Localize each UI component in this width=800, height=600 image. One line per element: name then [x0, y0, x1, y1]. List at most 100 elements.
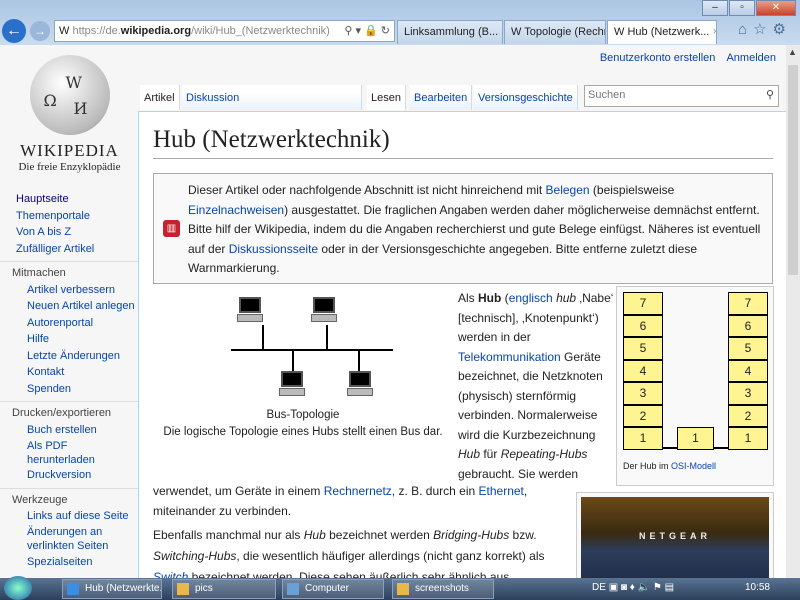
sidebar-item[interactable]: Kontakt: [0, 364, 138, 381]
osi-model-figure: 7 6 5 4 3 2 1 7 6 5 4 3 2 1 1 Der Hub im…: [616, 286, 774, 486]
taskbar-item-screenshots[interactable]: screenshots: [392, 579, 494, 599]
close-tab-icon[interactable]: ×: [712, 26, 716, 38]
tab-artikel[interactable]: Artikel: [140, 85, 180, 110]
osi-caption: Der Hub im OSI-Modell: [623, 461, 717, 471]
osi-layer-left: 2: [623, 404, 663, 427]
sidebar-item[interactable]: Als PDF herunterladen: [0, 439, 110, 467]
computer-icon: [279, 371, 305, 399]
forward-button[interactable]: →: [30, 21, 50, 41]
favorites-star-icon[interactable]: ☆: [753, 21, 772, 38]
book-icon: ▥: [163, 220, 180, 237]
osi-layer-right: 4: [728, 359, 768, 382]
bus-topology-figure: Bus-Topologie Die logische Topologie eine…: [153, 287, 453, 447]
globe-icon: WΩИ: [29, 55, 110, 135]
search-lock-refresh-icon[interactable]: ⚲ ▾ 🔒 ↻: [344, 21, 390, 41]
sidebar-item[interactable]: Druckversion: [0, 467, 138, 484]
sidebar-heading-werkzeuge: Werkzeuge: [0, 487, 138, 509]
sidebar-item[interactable]: Letzte Änderungen: [0, 348, 138, 365]
article-content: Hub (Netzwerktechnik) ▥ Dieser Artikel o…: [138, 111, 786, 578]
osi-layer-right: 3: [728, 382, 768, 405]
tray-icons[interactable]: ▣ ◙ ♦ 🔈 ⚑ ▤: [609, 582, 674, 593]
vertical-scrollbar[interactable]: ▲: [786, 45, 800, 578]
switch-link[interactable]: Switch: [153, 570, 188, 578]
telekommunikation-link[interactable]: Telekommunikation: [458, 350, 561, 364]
belegen-link[interactable]: Belegen: [546, 183, 590, 197]
englisch-link[interactable]: englisch: [509, 291, 553, 305]
tab-topologie[interactable]: W Topologie (Rechn...: [504, 20, 606, 44]
wikipedia-logo[interactable]: WΩИ WIKIPEDIA Die freie Enzyklopädie: [12, 55, 127, 173]
osi-modell-link[interactable]: OSI-Modell: [671, 461, 716, 471]
gear-icon[interactable]: ⚙: [773, 21, 792, 38]
osi-layer-left: 3: [623, 382, 663, 405]
ethernet-link[interactable]: Ethernet: [479, 484, 524, 498]
scroll-up-icon[interactable]: ▲: [788, 47, 797, 57]
osi-layer-left: 5: [623, 337, 663, 360]
netgear-hub-photo[interactable]: NETGEAR: [576, 492, 774, 578]
paragraph-intro-cont: verwendet, um Geräte in einem Rechnernet…: [153, 484, 528, 518]
address-bar[interactable]: W https://de.wikipedia.org/wiki/Hub_(Net…: [54, 20, 395, 42]
sidebar-item[interactable]: Änderungen an verlinkten Seiten: [0, 525, 115, 553]
osi-layer-left: 4: [623, 359, 663, 382]
osi-layer-left: 7: [623, 292, 663, 315]
paragraph-switching: Ebenfalls manchmal nur als Hub bezeichne…: [153, 525, 573, 578]
osi-link: [663, 447, 677, 449]
page-title: Hub (Netzwerktechnik): [153, 126, 773, 159]
clock[interactable]: 10:58: [745, 582, 770, 593]
sidebar-item[interactable]: Neuen Artikel anlegen: [0, 298, 138, 315]
sidebar-heading-mitmachen: Mitmachen: [0, 261, 138, 282]
sidebar-item[interactable]: Artikel verbessern: [0, 282, 138, 299]
create-account-link[interactable]: Benutzerkonto erstellen: [600, 52, 716, 64]
home-icon[interactable]: ⌂: [738, 21, 753, 38]
maximize-button[interactable]: ▫: [729, 0, 755, 16]
sidebar-item[interactable]: Spenden: [0, 381, 138, 398]
window-controls: – ▫ ✕: [702, 0, 796, 16]
sidebar-item[interactable]: Links auf diese Seite: [0, 508, 138, 525]
diskussionsseite-link[interactable]: Diskussionsseite: [229, 242, 318, 256]
taskbar-item-browser[interactable]: Hub (Netzwerkte...: [62, 579, 162, 599]
ie-icon: [67, 583, 79, 595]
tab-bearbeiten[interactable]: Bearbeiten: [410, 85, 473, 110]
tab-lesen[interactable]: Lesen: [367, 85, 406, 110]
sidebar-item[interactable]: Autorenportal: [0, 315, 138, 332]
close-window-button[interactable]: ✕: [756, 0, 796, 16]
osi-hub-layer: 1: [677, 427, 714, 450]
tab-hub[interactable]: W Hub (Netzwerk... ×: [607, 20, 717, 44]
osi-layer-right: 7: [728, 292, 768, 315]
folder-icon: [397, 583, 409, 595]
tab-versionsgeschichte[interactable]: Versionsgeschichte: [474, 85, 578, 110]
osi-layer-right: 1: [728, 427, 768, 450]
back-button[interactable]: ←: [2, 19, 26, 43]
search-input[interactable]: Suchen ⚲: [584, 85, 779, 107]
einzelnachweisen-link[interactable]: Einzelnachweisen: [188, 203, 284, 217]
sidebar-item-themenportale[interactable]: Themenportale: [0, 208, 138, 225]
rechnernetz-link[interactable]: Rechnernetz: [324, 484, 392, 498]
computer-icon: [347, 371, 373, 399]
sidebar-item-hauptseite[interactable]: Hauptseite: [0, 191, 138, 208]
tab-diskussion[interactable]: Diskussion: [182, 85, 362, 110]
computer-icon: [311, 297, 337, 325]
sidebar-item-von-a-bis-z[interactable]: Von A bis Z: [0, 224, 138, 241]
osi-layer-left: 6: [623, 314, 663, 337]
osi-layer-right: 5: [728, 337, 768, 360]
scrollbar-thumb[interactable]: [788, 65, 798, 275]
taskbar-item-computer[interactable]: Computer: [282, 579, 384, 599]
sidebar-item[interactable]: Buch erstellen: [0, 422, 138, 439]
warning-box: ▥ Dieser Artikel oder nachfolgende Absch…: [153, 173, 773, 284]
sidebar-item-zufaelliger-artikel[interactable]: Zufälliger Artikel: [0, 241, 138, 258]
login-link[interactable]: Anmelden: [726, 52, 776, 64]
folder-icon: [177, 583, 189, 595]
browser-chrome: – ▫ ✕ ← → W https://de.wikipedia.org/wik…: [0, 0, 800, 45]
sidebar-item[interactable]: Spezialseiten: [0, 554, 138, 571]
sidebar-item[interactable]: Hilfe: [0, 331, 138, 348]
taskbar-item-pics[interactable]: pics: [172, 579, 276, 599]
figure-caption: Bus-Topologie Die logische Topologie eine…: [163, 409, 443, 438]
search-icon[interactable]: ⚲: [766, 88, 774, 101]
sidebar: Hauptseite Themenportale Von A bis Z Zuf…: [0, 191, 138, 570]
paragraph-intro: Als Hub (englisch hub ‚Nabe‘ [technisch]…: [458, 291, 614, 481]
language-indicator[interactable]: DE: [592, 582, 606, 593]
osi-layer-right: 2: [728, 404, 768, 427]
computer-icon: [287, 583, 299, 595]
start-button[interactable]: [4, 576, 32, 600]
minimize-button[interactable]: –: [702, 0, 728, 16]
tab-linksammlung[interactable]: Linksammlung (B...: [397, 20, 503, 44]
